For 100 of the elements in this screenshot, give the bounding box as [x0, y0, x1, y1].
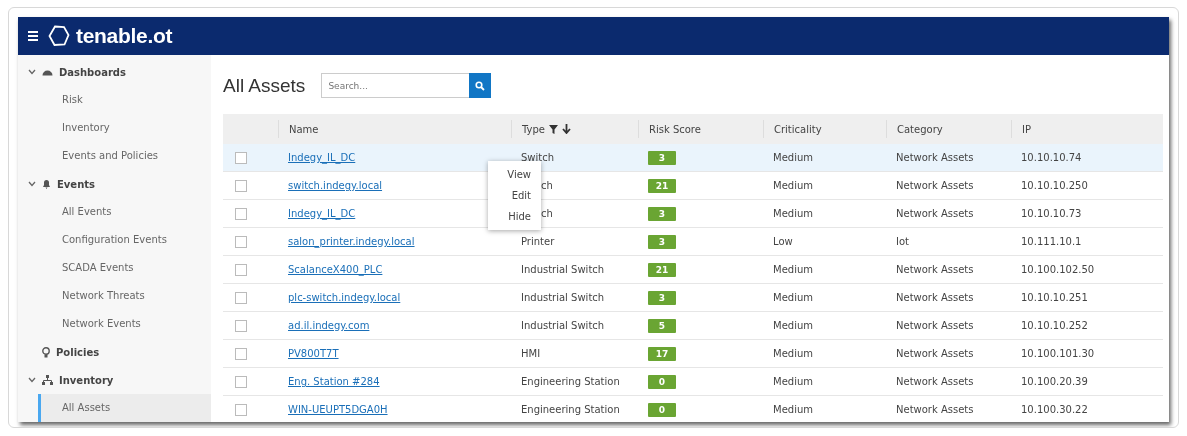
- context-menu-item[interactable]: View: [488, 164, 541, 185]
- asset-link[interactable]: switch.indegy.local: [288, 180, 383, 191]
- table-cell: Low: [773, 236, 793, 247]
- table-cell: Network Assets: [896, 152, 974, 163]
- chevron-icon[interactable]: [28, 377, 36, 383]
- table-cell: Medium: [773, 348, 813, 359]
- sort-arrow-icon[interactable]: [561, 124, 571, 134]
- table-cell: 10.111.10.1: [1021, 236, 1082, 247]
- row-checkbox[interactable]: [235, 207, 247, 220]
- sidebar-section[interactable]: Policies: [56, 346, 100, 358]
- asset-link[interactable]: ad.il.indegy.com: [288, 320, 370, 331]
- sidebar-section[interactable]: Events: [57, 178, 95, 190]
- table-cell: Medium: [773, 404, 813, 415]
- menu-icon[interactable]: [28, 31, 38, 41]
- table-cell: Industrial Switch: [521, 292, 605, 303]
- sidebar-item[interactable]: Configuration Events: [18, 226, 211, 254]
- context-menu-item[interactable]: Hide: [488, 206, 541, 227]
- search-button[interactable]: [469, 73, 492, 98]
- gauge-icon: [42, 68, 53, 76]
- table-cell: Network Assets: [896, 208, 974, 219]
- row-checkbox[interactable]: [235, 235, 247, 248]
- column-header[interactable]: Type: [522, 123, 545, 135]
- column-header[interactable]: Category: [897, 123, 943, 135]
- chevron-icon[interactable]: [28, 69, 36, 75]
- search-field[interactable]: Search...: [321, 73, 470, 98]
- table-cell: 10.10.10.251: [1021, 292, 1088, 303]
- risk-score-badge: 21: [648, 262, 676, 277]
- table-cell: Engineering Station: [521, 404, 620, 415]
- risk-score-badge: 3: [648, 206, 676, 221]
- asset-link[interactable]: WIN-UEUPT5DGA0H: [288, 404, 388, 415]
- asset-link[interactable]: Indegy_IL_DC: [288, 152, 356, 163]
- table-cell: Medium: [773, 320, 813, 331]
- risk-score-badge: 3: [648, 290, 676, 305]
- table-cell: Network Assets: [896, 376, 974, 387]
- sidebar-item[interactable]: Risk: [18, 86, 211, 114]
- table-cell: 10.10.10.73: [1021, 208, 1082, 219]
- asset-link[interactable]: Indegy_IL_DC: [288, 208, 356, 219]
- asset-link[interactable]: Eng. Station #284: [288, 376, 380, 387]
- sidebar-item[interactable]: Events and Policies: [18, 142, 211, 170]
- asset-link[interactable]: salon_printer.indegy.local: [288, 236, 415, 247]
- sidebar-item[interactable]: Inventory: [18, 114, 211, 142]
- asset-link[interactable]: plc-switch.indegy.local: [288, 292, 401, 303]
- network-icon: [42, 375, 53, 385]
- sidebar-item[interactable]: All Assets: [38, 394, 211, 422]
- sidebar-item[interactable]: Network Events: [18, 310, 211, 338]
- table-cell: 10.100.20.39: [1021, 376, 1088, 387]
- sidebar-item[interactable]: Network Threats: [18, 282, 211, 310]
- risk-score-badge: 3: [648, 150, 676, 165]
- row-checkbox[interactable]: [235, 403, 247, 416]
- table-cell: 10.10.10.250: [1021, 180, 1088, 191]
- table-cell: 10.10.10.252: [1021, 320, 1088, 331]
- row-checkbox[interactable]: [235, 291, 247, 304]
- table-cell: Industrial Switch: [521, 320, 605, 331]
- table-cell: Printer: [521, 236, 555, 247]
- row-checkbox[interactable]: [235, 151, 247, 164]
- risk-score-badge: 0: [648, 402, 676, 417]
- asset-link[interactable]: PV800T7T: [288, 348, 339, 359]
- risk-score-badge: 0: [648, 374, 676, 389]
- table-cell: HMI: [521, 348, 541, 359]
- row-checkbox[interactable]: [235, 263, 247, 276]
- table-cell: ch: [541, 180, 553, 191]
- logo-text: tenable.ot: [76, 24, 173, 48]
- row-checkbox[interactable]: [235, 347, 247, 360]
- asset-link[interactable]: ScalanceX400_PLC: [288, 264, 383, 275]
- filter-icon[interactable]: [548, 124, 558, 134]
- sidebar-item[interactable]: SCADA Events: [18, 254, 211, 282]
- sidebar-item[interactable]: All Events: [18, 198, 211, 226]
- lightbulb-icon: [42, 346, 50, 358]
- column-header[interactable]: Name: [289, 123, 319, 135]
- risk-score-badge: 5: [648, 318, 676, 333]
- table-cell: Network Assets: [896, 320, 974, 331]
- context-menu-item[interactable]: Edit: [488, 185, 541, 206]
- table-cell: Medium: [773, 152, 813, 163]
- table-cell: 10.100.101.30: [1021, 348, 1095, 359]
- table-cell: ch: [541, 208, 553, 219]
- table-cell: Switch: [521, 152, 555, 163]
- chevron-icon[interactable]: [28, 181, 36, 187]
- table-cell: Industrial Switch: [521, 264, 605, 275]
- table-cell: Engineering Station: [521, 376, 620, 387]
- column-header[interactable]: Criticality: [774, 123, 822, 135]
- table-cell: Medium: [773, 180, 813, 191]
- page-title: All Assets: [223, 74, 306, 97]
- table-cell: Network Assets: [896, 348, 974, 359]
- table-cell: Medium: [773, 208, 813, 219]
- table-cell: Network Assets: [896, 264, 974, 275]
- table-cell: Network Assets: [896, 180, 974, 191]
- table-cell: Iot: [896, 236, 909, 247]
- sidebar-section[interactable]: Dashboards: [59, 66, 126, 78]
- table-cell: Network Assets: [896, 292, 974, 303]
- table-cell: Medium: [773, 292, 813, 303]
- table-cell: Network Assets: [896, 404, 974, 415]
- row-checkbox[interactable]: [235, 375, 247, 388]
- sidebar-section[interactable]: Inventory: [59, 374, 114, 386]
- column-header[interactable]: Risk Score: [649, 123, 701, 135]
- row-checkbox[interactable]: [235, 179, 247, 192]
- table-cell: 10.100.30.22: [1021, 404, 1088, 415]
- table-cell: Medium: [773, 264, 813, 275]
- column-header[interactable]: IP: [1022, 123, 1031, 135]
- risk-score-badge: 21: [648, 178, 676, 193]
- row-checkbox[interactable]: [235, 319, 247, 332]
